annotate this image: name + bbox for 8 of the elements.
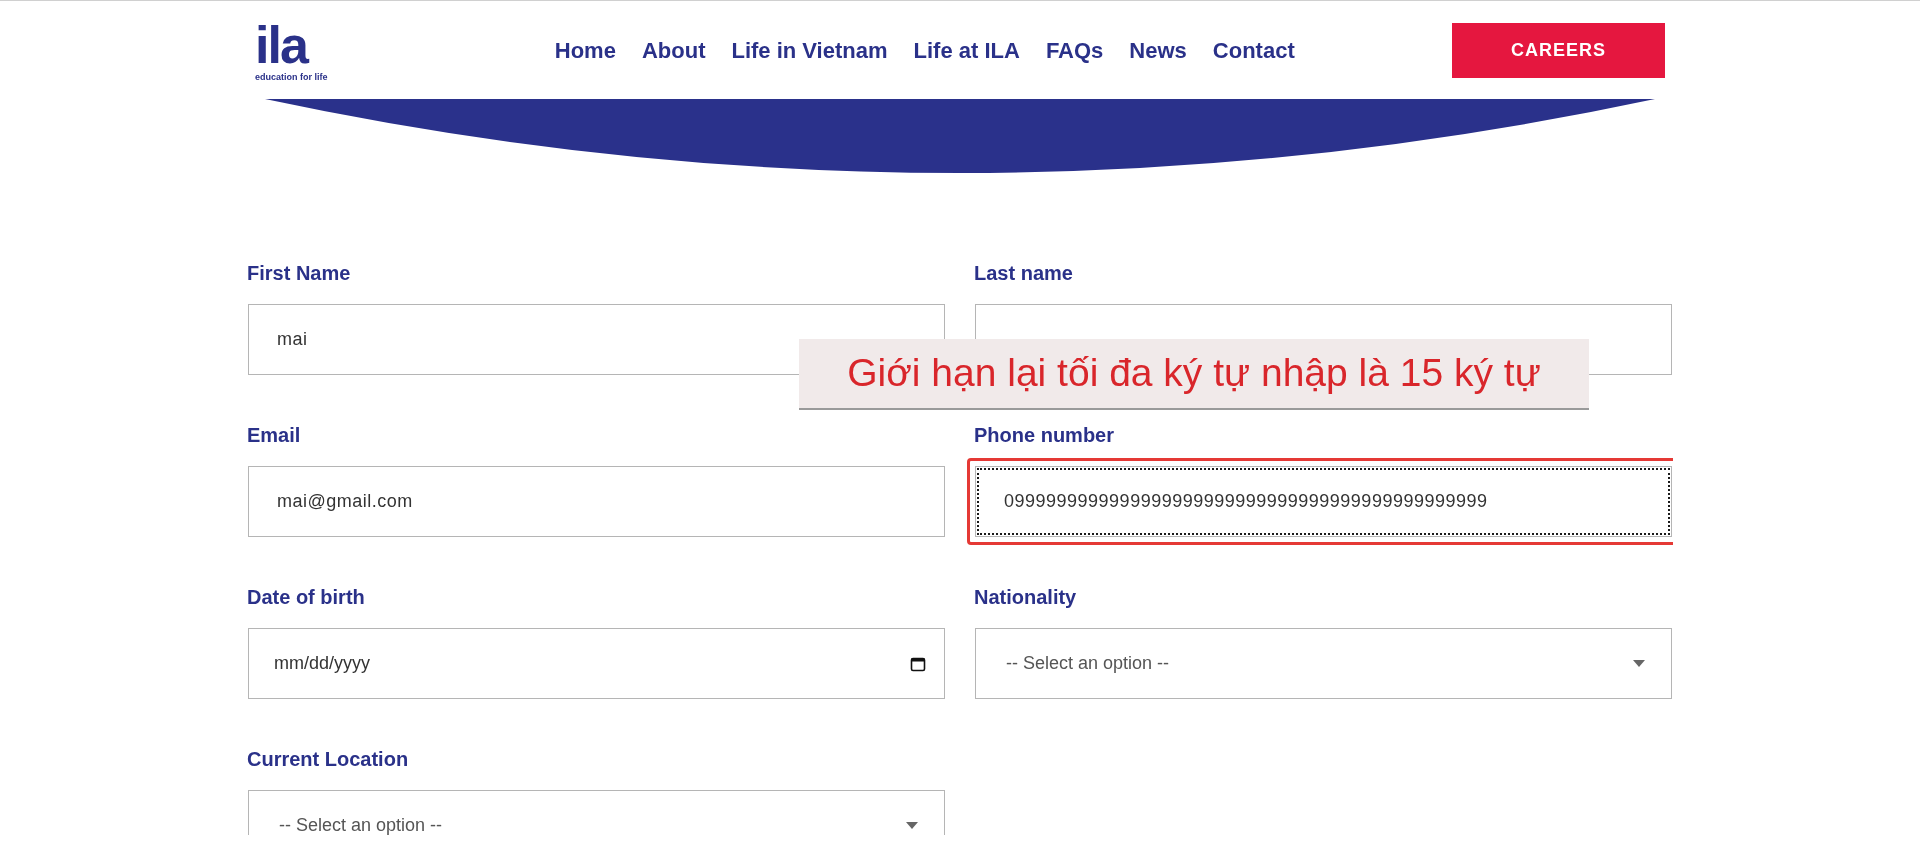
field-label: Last name	[974, 261, 1074, 285]
field-label: Date of birth	[247, 585, 366, 609]
field-label: Nationality	[974, 585, 1078, 609]
annotation-tooltip: Giới hạn lại tối đa ký tự nhập là 15 ký tự	[799, 339, 1589, 410]
field-label: Current Location	[247, 747, 410, 771]
field-label: First Name	[247, 261, 352, 285]
field-label: Phone number	[974, 423, 1115, 447]
field-label: Email	[247, 423, 302, 447]
